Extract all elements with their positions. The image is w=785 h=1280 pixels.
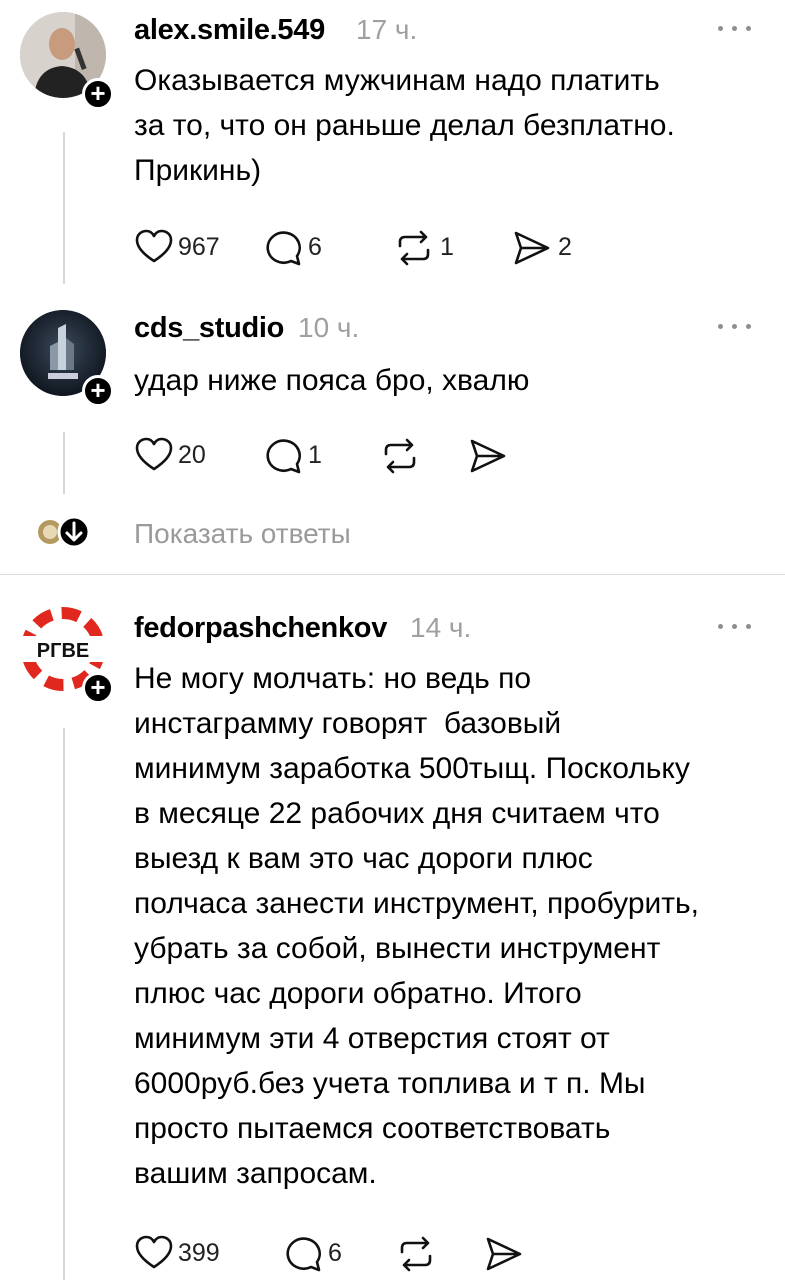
repost-button[interactable] xyxy=(396,1234,446,1274)
username[interactable]: fedorpashchenkov xyxy=(134,612,387,645)
comment-3: РГВЕ + fedorpashchenkov 14 ч. Не могу мо… xyxy=(0,0,785,1280)
timestamp: 14 ч. xyxy=(410,612,472,643)
comment-bubble-icon xyxy=(286,1237,321,1272)
share-button[interactable] xyxy=(484,1234,534,1274)
reply-button[interactable]: 6 xyxy=(284,1234,364,1274)
send-icon xyxy=(486,1237,522,1271)
svg-text:РГВЕ: РГВЕ xyxy=(37,640,89,662)
comment-text: Не могу молчать: но ведь по инстаграмму … xyxy=(134,662,699,1190)
reply-count: 6 xyxy=(328,1239,342,1267)
repost-icon xyxy=(400,1236,432,1272)
thread-line xyxy=(63,728,65,1280)
like-count: 399 xyxy=(178,1239,220,1267)
follow-plus-icon[interactable]: + xyxy=(82,672,114,704)
like-button[interactable]: 399 xyxy=(134,1234,234,1274)
action-bar: 399 6 xyxy=(134,1234,634,1274)
more-options-icon[interactable] xyxy=(715,616,755,636)
heart-icon xyxy=(135,1235,173,1269)
